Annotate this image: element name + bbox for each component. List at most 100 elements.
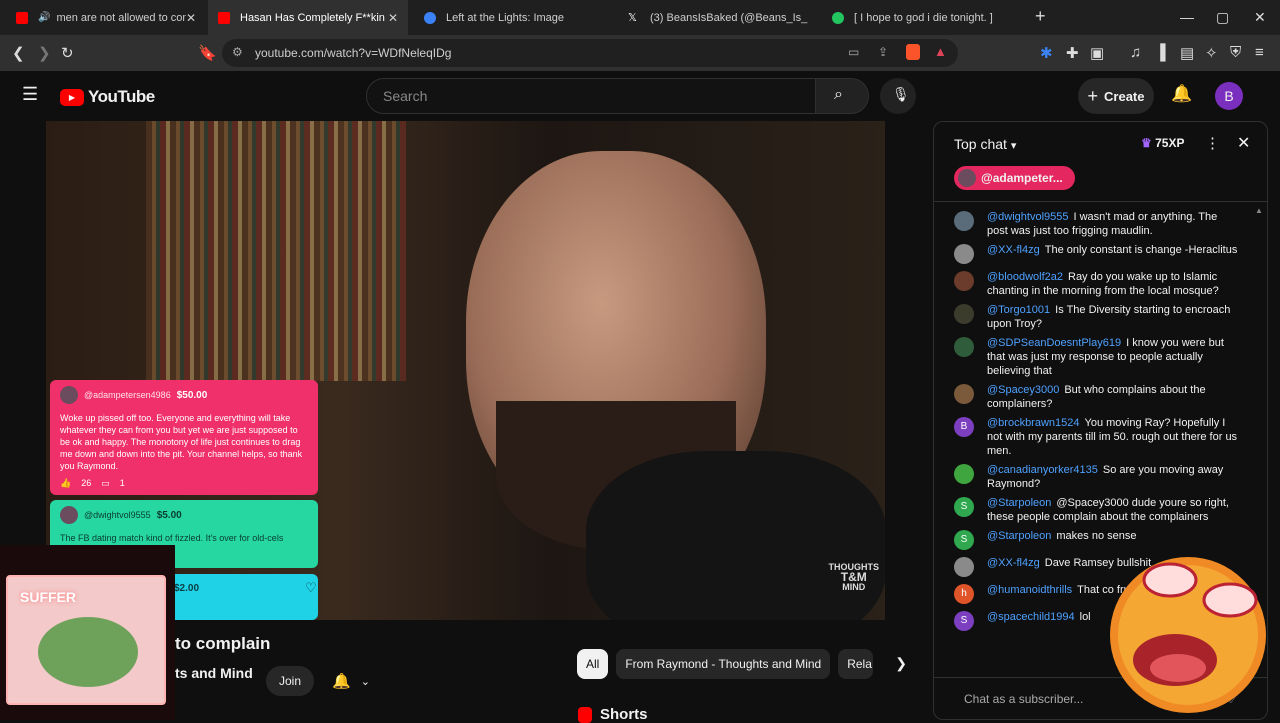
chat-message[interactable]: @bloodwolf2a2 Ray do you wake up to Islam…: [934, 270, 1254, 298]
avatar[interactable]: [954, 464, 974, 484]
avatar[interactable]: S: [954, 530, 974, 550]
browser-tab[interactable]: Left at the Lights: Image: [414, 0, 614, 35]
chat-message[interactable]: @SDPSeanDoesntPlay619 I know you were but…: [934, 336, 1254, 378]
puzzle-icon[interactable]: ✚: [1066, 44, 1079, 62]
sidebar-icon[interactable]: ▐: [1155, 44, 1166, 61]
account-avatar[interactable]: B: [1215, 82, 1243, 110]
chevron-right-icon[interactable]: ❯: [881, 649, 921, 679]
chip-from-channel[interactable]: From Raymond - Thoughts and Mind: [616, 649, 831, 679]
close-chat-icon[interactable]: ✕: [1237, 133, 1250, 153]
avatar[interactable]: [954, 337, 974, 357]
chat-author[interactable]: @brockbrawn1524: [987, 417, 1080, 429]
microphone-icon: 🎙: [892, 86, 910, 102]
chat-author[interactable]: @Torgo1001: [987, 304, 1050, 316]
channel-name[interactable]: ts and Mind: [175, 665, 253, 681]
avatar[interactable]: [954, 211, 974, 231]
chat-author[interactable]: @spacechild1994: [987, 611, 1075, 623]
avatar[interactable]: [954, 271, 974, 291]
pinned-donor[interactable]: @adampeter...: [954, 166, 1075, 190]
search-input[interactable]: Search: [366, 78, 816, 114]
browser-tab-active[interactable]: Hasan Has Completely F**king L ✕: [208, 0, 408, 35]
chat-author[interactable]: @SDPSeanDoesntPlay619: [987, 337, 1121, 349]
voice-search-button[interactable]: 🎙: [880, 78, 916, 114]
brave-shield-icon[interactable]: [906, 44, 920, 60]
forward-icon[interactable]: ❯: [38, 44, 51, 62]
audio-icon[interactable]: 🔊: [38, 12, 50, 23]
avatar[interactable]: S: [954, 611, 974, 631]
media-icon[interactable]: ♫: [1130, 44, 1141, 61]
chat-message[interactable]: @dwightvol9555 I wasn't mad or anything. …: [934, 210, 1254, 238]
chat-author[interactable]: @canadianyorker4135: [987, 464, 1098, 476]
extension-icon[interactable]: ✱: [1040, 44, 1053, 62]
vpn-icon[interactable]: ⛨: [1230, 44, 1241, 61]
chat-author[interactable]: @humanoidthrills: [987, 584, 1072, 596]
chat-input-placeholder: Chat as a subscriber...: [964, 692, 1084, 706]
reload-icon[interactable]: ↻: [61, 44, 74, 62]
url-text[interactable]: youtube.com/watch?v=WDfNeleqIDg: [255, 46, 451, 60]
chat-author[interactable]: @Starpoleon: [987, 497, 1051, 509]
superchat-user: @adampetersen4986: [84, 390, 171, 400]
more-options-icon[interactable]: ⋮: [1205, 134, 1220, 152]
close-tab-icon[interactable]: ✕: [388, 11, 398, 25]
chat-author[interactable]: @XX-fl4zg: [987, 244, 1040, 256]
chat-message[interactable]: S @Starpoleon @Spacey3000 dude youre so ri…: [934, 496, 1254, 524]
avatar[interactable]: h: [954, 584, 974, 604]
chat-mode-dropdown[interactable]: Top chat ▾: [954, 136, 1016, 152]
search-button[interactable]: ⌕: [815, 78, 869, 114]
menu-icon[interactable]: ≡: [1255, 44, 1264, 61]
chat-message[interactable]: @Torgo1001 Is The Diversity starting to e…: [934, 303, 1254, 331]
avatar[interactable]: [954, 557, 974, 577]
join-button[interactable]: Join: [266, 666, 314, 696]
chat-message[interactable]: B @brockbrawn1524 You moving Ray? Hopefull…: [934, 416, 1254, 458]
hamburger-menu-icon[interactable]: ☰: [22, 84, 38, 105]
chat-author[interactable]: @Starpoleon: [987, 530, 1051, 542]
chat-message[interactable]: @canadianyorker4135 So are you moving awa…: [934, 463, 1254, 491]
chat-author[interactable]: @XX-fl4zg: [987, 557, 1040, 569]
browser-tab[interactable]: 𝕏 (3) BeansIsBaked (@Beans_Is_Baked): [618, 0, 818, 35]
chat-message[interactable]: @Spacey3000 But who complains about the c…: [934, 383, 1254, 411]
frog-image: [38, 617, 138, 687]
chat-header: Top chat ▾ ♛ 75XP ⋮ ✕ @adampeter...: [934, 122, 1267, 202]
new-tab-icon[interactable]: +: [1035, 6, 1046, 27]
scroll-up-icon[interactable]: ▲: [1255, 206, 1263, 215]
notifications-bell-icon[interactable]: 🔔: [1171, 84, 1192, 104]
chip-all[interactable]: All: [577, 649, 609, 679]
chat-author[interactable]: @dwightvol9555: [987, 211, 1069, 223]
emoji-eye: [1142, 562, 1198, 598]
leo-icon[interactable]: ✧: [1205, 44, 1218, 62]
create-button[interactable]: + Create: [1078, 78, 1154, 114]
close-tab-icon[interactable]: ✕: [186, 11, 196, 25]
share-icon[interactable]: ⇪: [878, 45, 888, 59]
heart-icon: ♡: [305, 580, 317, 595]
chip-related[interactable]: Rela: [838, 649, 874, 679]
browser-tab[interactable]: 🔊 men are not allowed to comp ✕: [6, 0, 206, 35]
bookmark-icon[interactable]: 🔖: [198, 44, 217, 62]
youtube-logo[interactable]: ▶ YouTube: [60, 87, 155, 107]
emoji-tongue: [1150, 654, 1206, 682]
maximize-icon[interactable]: ▢: [1216, 9, 1229, 26]
tab-title: Left at the Lights: Image: [446, 11, 565, 24]
subscription-bell-button[interactable]: 🔔 ⌄: [326, 666, 382, 696]
chat-author[interactable]: @Spacey3000: [987, 384, 1059, 396]
watermark-line: MIND: [842, 582, 866, 592]
avatar[interactable]: B: [954, 417, 974, 437]
brave-rewards-icon[interactable]: ▲: [934, 44, 947, 59]
avatar: [958, 169, 976, 187]
chat-author[interactable]: @bloodwolf2a2: [987, 271, 1063, 283]
avatar[interactable]: [954, 244, 974, 264]
like-count: 26: [81, 478, 92, 488]
avatar[interactable]: [954, 304, 974, 324]
avatar[interactable]: S: [954, 497, 974, 517]
close-window-icon[interactable]: ✕: [1254, 9, 1266, 26]
avatar[interactable]: [954, 384, 974, 404]
back-icon[interactable]: ❮: [12, 44, 25, 62]
cast-icon[interactable]: ▭: [848, 45, 859, 59]
browser-tab[interactable]: [ I hope to god i die tonight. ]: [822, 0, 1022, 35]
xp-badge[interactable]: ♛ 75XP: [1141, 136, 1184, 150]
minimize-icon[interactable]: —: [1180, 9, 1194, 25]
screenshot-icon[interactable]: ▣: [1090, 44, 1104, 62]
wallet-icon[interactable]: ▤: [1180, 44, 1194, 62]
chat-message[interactable]: @XX-fl4zg The only constant is change -He…: [934, 243, 1254, 265]
address-bar[interactable]: ⚙ youtube.com/watch?v=WDfNeleqIDg ▭ ⇪ ▲: [222, 39, 958, 67]
site-info-icon[interactable]: ⚙: [232, 45, 243, 59]
